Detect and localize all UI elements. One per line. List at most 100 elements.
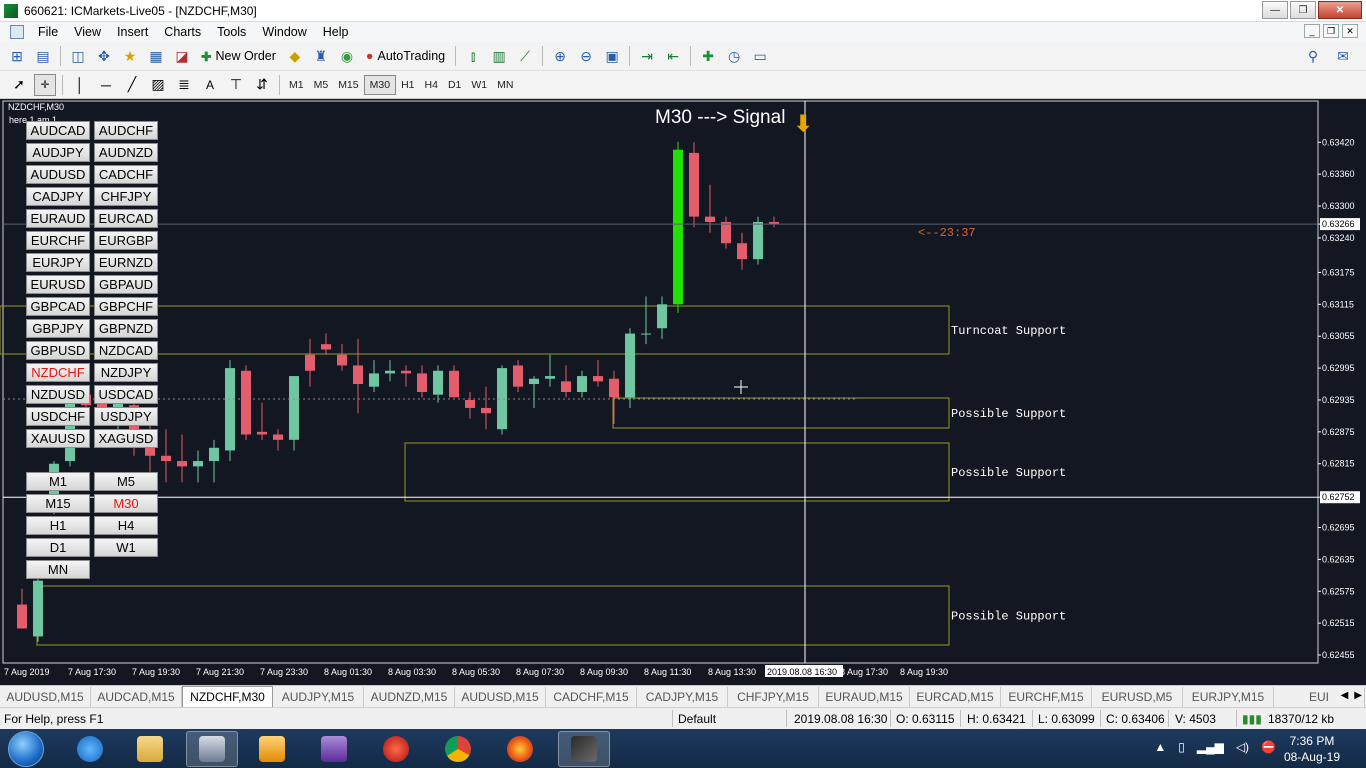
- menu-file[interactable]: File: [30, 25, 66, 39]
- zoom-in-icon[interactable]: ⊕: [549, 45, 571, 67]
- crosshair-icon[interactable]: ✛: [34, 73, 56, 96]
- signal-icon[interactable]: ▂▄▆: [1197, 740, 1224, 754]
- menu-tools[interactable]: Tools: [209, 25, 254, 39]
- text-label-icon[interactable]: ⊤: [225, 74, 247, 96]
- chart-tab[interactable]: AUDUSD,M15: [0, 687, 91, 707]
- tab-scroll-right-icon[interactable]: ▶: [1354, 690, 1362, 701]
- arrows-icon[interactable]: ⇵: [251, 74, 273, 96]
- chart-tab[interactable]: CADCHF,M15: [546, 687, 637, 707]
- channel-icon[interactable]: ▨: [147, 74, 169, 96]
- market-watch-icon[interactable]: ◫: [67, 45, 89, 67]
- symbol-button-xauusd[interactable]: XAUUSD: [26, 429, 90, 448]
- symbol-button-audcad[interactable]: AUDCAD: [26, 121, 90, 140]
- volume-icon[interactable]: ◁): [1236, 740, 1249, 754]
- symbol-button-eurchf[interactable]: EURCHF: [26, 231, 90, 250]
- taskbar-media[interactable]: [246, 731, 298, 767]
- timeframe-button-h1[interactable]: H1: [26, 516, 90, 535]
- symbol-button-nzdjpy[interactable]: NZDJPY: [94, 363, 158, 382]
- child-restore-button[interactable]: ❐: [1323, 24, 1339, 38]
- auto-trading-button[interactable]: ● AutoTrading: [360, 45, 451, 67]
- chart-tab[interactable]: NZDCHF,M30: [182, 686, 273, 707]
- taskbar-app-3[interactable]: [186, 731, 238, 767]
- fibonacci-icon[interactable]: ≣: [173, 74, 195, 96]
- symbol-button-nzdchf[interactable]: NZDCHF: [26, 363, 90, 382]
- timeframe-m1[interactable]: M1: [284, 76, 309, 94]
- symbol-button-gbpaud[interactable]: GBPAUD: [94, 275, 158, 294]
- taskbar-firefox[interactable]: [494, 731, 546, 767]
- symbol-button-gbpjpy[interactable]: GBPJPY: [26, 319, 90, 338]
- signals-icon[interactable]: ♜: [310, 45, 332, 67]
- symbol-button-audjpy[interactable]: AUDJPY: [26, 143, 90, 162]
- strategy-tester-icon[interactable]: ◪: [171, 45, 193, 67]
- timeframe-button-m30[interactable]: M30: [94, 494, 158, 513]
- vertical-line-icon[interactable]: │: [69, 74, 91, 96]
- chart-tab[interactable]: EURCAD,M15: [910, 687, 1001, 707]
- timeframe-h4[interactable]: H4: [420, 76, 443, 94]
- symbol-button-audnzd[interactable]: AUDNZD: [94, 143, 158, 162]
- timeframe-button-m5[interactable]: M5: [94, 472, 158, 491]
- symbol-button-chfjpy[interactable]: CHFJPY: [94, 187, 158, 206]
- symbol-button-gbpcad[interactable]: GBPCAD: [26, 297, 90, 316]
- chart-tab[interactable]: EURJPY,M15: [1183, 687, 1274, 707]
- bar-chart-icon[interactable]: ⫾: [462, 45, 484, 67]
- search-icon[interactable]: ⚲: [1302, 45, 1324, 67]
- zoom-out-icon[interactable]: ⊖: [575, 45, 597, 67]
- child-close-button[interactable]: ✕: [1342, 24, 1358, 38]
- taskbar-metatrader[interactable]: [558, 731, 610, 767]
- candlestick-icon[interactable]: ▥: [488, 45, 510, 67]
- chart-window[interactable]: Turncoat Support Possible Support Possible…: [0, 99, 1366, 685]
- taskbar-ie[interactable]: [64, 731, 116, 767]
- tray-expand-icon[interactable]: ▲: [1154, 740, 1166, 754]
- symbol-button-nzdcad[interactable]: NZDCAD: [94, 341, 158, 360]
- close-button[interactable]: ✕: [1318, 1, 1362, 19]
- battery-icon[interactable]: ▯: [1178, 740, 1185, 754]
- symbol-button-usdjpy[interactable]: USDJPY: [94, 407, 158, 426]
- profiles-icon[interactable]: ▤: [32, 45, 54, 67]
- terminal-icon[interactable]: ▦: [145, 45, 167, 67]
- symbol-button-eurcad[interactable]: EURCAD: [94, 209, 158, 228]
- cursor-icon[interactable]: ➚: [8, 74, 30, 96]
- menu-charts[interactable]: Charts: [156, 25, 209, 39]
- timeframe-button-m1[interactable]: M1: [26, 472, 90, 491]
- symbol-button-xagusd[interactable]: XAGUSD: [94, 429, 158, 448]
- indicators-icon[interactable]: ✚: [697, 45, 719, 67]
- network-icon[interactable]: ⛔: [1261, 740, 1276, 754]
- menu-view[interactable]: View: [66, 25, 109, 39]
- horizontal-line-icon[interactable]: ─: [95, 74, 117, 96]
- data-window-icon[interactable]: ✥: [93, 45, 115, 67]
- autoscroll-icon[interactable]: ⇥: [636, 45, 658, 67]
- symbol-button-eurjpy[interactable]: EURJPY: [26, 253, 90, 272]
- symbol-button-eurnzd[interactable]: EURNZD: [94, 253, 158, 272]
- menu-insert[interactable]: Insert: [109, 25, 156, 39]
- taskbar-explorer[interactable]: [124, 731, 176, 767]
- symbol-button-gbpchf[interactable]: GBPCHF: [94, 297, 158, 316]
- chat-icon[interactable]: ✉: [1332, 45, 1354, 67]
- chart-tab[interactable]: CADJPY,M15: [637, 687, 728, 707]
- chart-window-icon[interactable]: [10, 25, 24, 39]
- symbol-button-gbpusd[interactable]: GBPUSD: [26, 341, 90, 360]
- child-minimize-button[interactable]: _: [1304, 24, 1320, 38]
- minimize-button[interactable]: —: [1262, 1, 1288, 19]
- timeframe-h1[interactable]: H1: [396, 76, 419, 94]
- symbol-button-cadchf[interactable]: CADCHF: [94, 165, 158, 184]
- timeframe-button-h4[interactable]: H4: [94, 516, 158, 535]
- timeframe-m5[interactable]: M5: [309, 76, 334, 94]
- taskbar-app-6[interactable]: [370, 731, 422, 767]
- taskbar-vs[interactable]: [308, 731, 360, 767]
- timeframe-w1[interactable]: W1: [466, 76, 492, 94]
- symbol-button-nzdusd[interactable]: NZDUSD: [26, 385, 90, 404]
- timeframe-button-w1[interactable]: W1: [94, 538, 158, 557]
- chart-tab[interactable]: AUDCAD,M15: [91, 687, 182, 707]
- chart-tab[interactable]: CHFJPY,M15: [728, 687, 819, 707]
- start-button[interactable]: [8, 730, 44, 767]
- chart-tab[interactable]: AUDNZD,M15: [364, 687, 455, 707]
- symbol-button-usdcad[interactable]: USDCAD: [94, 385, 158, 404]
- text-icon[interactable]: A: [199, 74, 221, 96]
- symbol-button-eurgbp[interactable]: EURGBP: [94, 231, 158, 250]
- periods-icon[interactable]: ◷: [723, 45, 745, 67]
- navigator-icon[interactable]: ★: [119, 45, 141, 67]
- symbol-button-usdchf[interactable]: USDCHF: [26, 407, 90, 426]
- metaeditor-icon[interactable]: ◆: [284, 45, 306, 67]
- chart-shift-icon[interactable]: ⇤: [662, 45, 684, 67]
- market-icon[interactable]: ◉: [336, 45, 358, 67]
